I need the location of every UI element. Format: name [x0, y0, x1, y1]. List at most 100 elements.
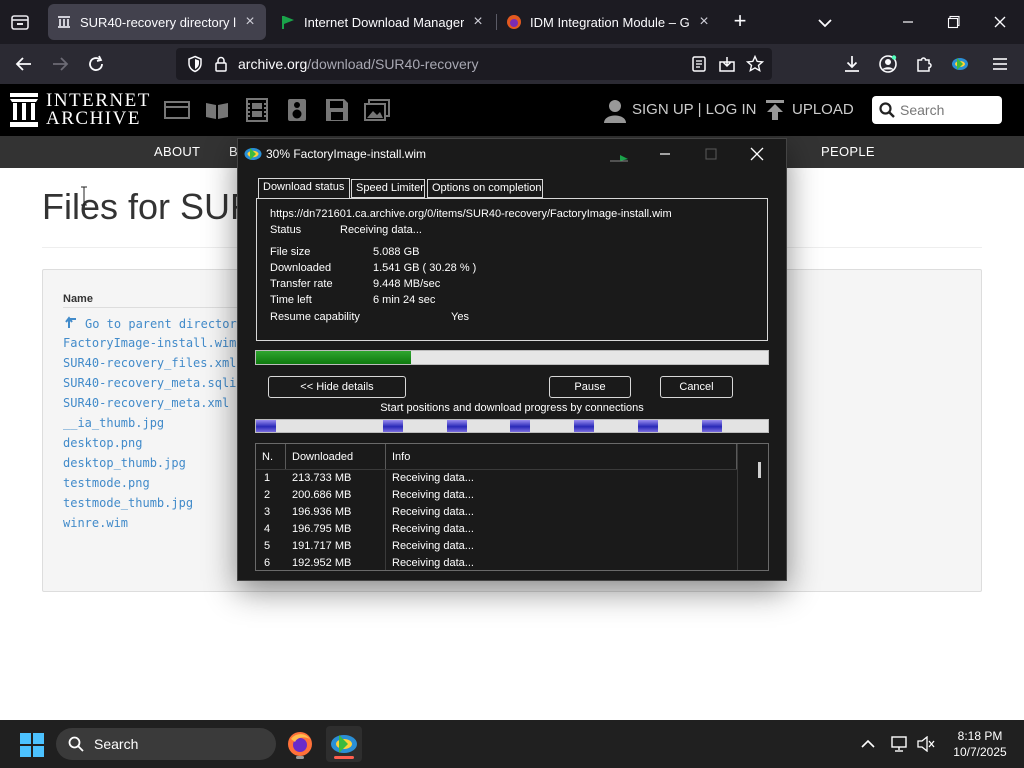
file-link[interactable]: __ia_thumb.jpg [63, 416, 164, 430]
upload-link[interactable]: UPLOAD [792, 101, 854, 118]
file-link[interactable]: SUR40-recovery_meta.sqlit [63, 376, 244, 390]
idm-extension-icon[interactable] [948, 52, 972, 76]
running-indicator [296, 756, 304, 759]
column-header-info[interactable]: Info [386, 444, 737, 469]
clock-date: 10/7/2025 [953, 745, 1007, 759]
minimize-window-icon[interactable] [894, 8, 922, 36]
firefox-taskbar-icon[interactable] [282, 726, 318, 762]
nav-people-link[interactable]: PEOPLE [821, 144, 875, 159]
hamburger-menu-icon[interactable] [988, 52, 1012, 76]
volume-muted-icon[interactable] [916, 734, 936, 754]
file-link[interactable]: SUR40-recovery_meta.xml [63, 396, 229, 410]
downloads-icon[interactable] [840, 52, 864, 76]
archive-logo-text[interactable]: INTERNET ARCHIVE [46, 91, 151, 129]
close-tab-icon[interactable]: × [470, 14, 486, 30]
connection-number: 1 [264, 472, 271, 484]
list-all-tabs-chevron-icon[interactable] [814, 12, 836, 34]
reload-icon[interactable] [84, 52, 108, 76]
file-link[interactable]: testmode.png [63, 476, 150, 490]
file-link[interactable]: desktop.png [63, 436, 142, 450]
close-tab-icon[interactable]: × [696, 14, 712, 30]
sign-up-login-link[interactable]: SIGN UP | LOG IN [632, 101, 756, 118]
status-value: Receiving data... [340, 224, 422, 236]
user-avatar-icon[interactable] [604, 99, 626, 123]
file-link[interactable]: desktop_thumb.jpg [63, 456, 186, 470]
back-arrow-icon[interactable] [12, 52, 36, 76]
address-bar[interactable]: archive.org/download/SUR40-recovery [176, 48, 772, 80]
connection-downloaded: 191.717 MB [292, 540, 352, 552]
show-hidden-icons-chevron-icon[interactable] [858, 734, 878, 754]
idm-minimize-icon[interactable] [654, 143, 676, 165]
connection-info: Receiving data... [392, 540, 474, 552]
tab-options-on-completion[interactable]: Options on completion [427, 179, 543, 198]
file-link[interactable]: winre.wim [63, 516, 128, 530]
url-text: archive.org/download/SUR40-recovery [238, 56, 478, 72]
transfer-rate-label: Transfer rate [270, 278, 333, 290]
audio-speaker-icon[interactable] [284, 98, 310, 122]
new-tab-button[interactable]: + [728, 10, 752, 34]
idm-title-bar[interactable]: 30% FactoryImage-install.wim [238, 139, 786, 169]
archive-logo-icon[interactable] [10, 93, 38, 127]
connection-segment [574, 420, 594, 432]
connection-downloaded: 200.686 MB [292, 489, 352, 501]
maximize-window-icon[interactable] [940, 8, 968, 36]
connections-scrollbar[interactable] [737, 444, 768, 570]
forward-arrow-icon[interactable] [48, 52, 72, 76]
ia-search-input[interactable]: Search [872, 96, 1002, 124]
extensions-puzzle-icon[interactable] [912, 52, 936, 76]
tab-download-status[interactable]: Download status [258, 178, 350, 199]
column-header-name[interactable]: Name [63, 293, 93, 305]
scrollbar-thumb[interactable] [758, 462, 761, 478]
ia-header: INTERNET ARCHIVE SIGN UP | LOG IN UPLOAD… [0, 84, 1024, 136]
padlock-icon[interactable] [212, 55, 230, 73]
windows-start-icon[interactable] [20, 733, 44, 757]
tab-sur40-directory[interactable]: SUR40-recovery directory listing × [48, 4, 266, 40]
account-icon[interactable] [876, 52, 900, 76]
file-link[interactable]: FactoryImage-install.wim [63, 336, 236, 350]
connections-progress-label: Start positions and download progress by… [380, 402, 644, 414]
column-header-downloaded[interactable]: Downloaded [286, 444, 386, 469]
connection-downloaded: 196.936 MB [292, 506, 352, 518]
connection-downloaded: 213.733 MB [292, 472, 352, 484]
file-size-label: File size [270, 246, 311, 258]
url-host: archive.org [238, 56, 308, 72]
firefox-view-icon[interactable] [8, 10, 32, 34]
idm-maximize-icon[interactable] [700, 143, 722, 165]
windows-taskbar: Search 8:18 PM 10/7/2025 [0, 720, 1024, 768]
connection-info: Receiving data... [392, 523, 474, 535]
parent-directory-link[interactable]: Go to parent director [63, 316, 237, 331]
tab-idm-integration[interactable]: IDM Integration Module – Get t × [498, 4, 720, 40]
close-window-icon[interactable] [986, 8, 1014, 36]
connection-number: 3 [264, 506, 271, 518]
upload-arrow-icon[interactable] [764, 98, 786, 122]
up-arrow-icon [65, 316, 76, 328]
connection-segment [702, 420, 722, 432]
tab-speed-limiter[interactable]: Speed Limiter [351, 179, 425, 198]
file-link[interactable]: testmode_thumb.jpg [63, 496, 193, 510]
web-icon[interactable] [164, 98, 190, 122]
reader-view-icon[interactable] [690, 55, 708, 73]
idm-close-icon[interactable] [746, 143, 768, 165]
hide-details-button[interactable]: << Hide details [268, 376, 406, 398]
pause-button[interactable]: Pause [549, 376, 631, 398]
tab-title: Internet Download Manager is a [304, 14, 464, 30]
save-to-pocket-icon[interactable] [718, 55, 736, 73]
taskbar-clock[interactable]: 8:18 PM 10/7/2025 [944, 728, 1016, 760]
network-icon[interactable] [890, 734, 910, 754]
close-tab-icon[interactable]: × [242, 14, 258, 30]
file-link[interactable]: SUR40-recovery_files.xml [63, 356, 236, 370]
nav-about-link[interactable]: ABOUT [154, 144, 200, 159]
tab-idm[interactable]: Internet Download Manager is a × [272, 4, 494, 40]
software-disk-icon[interactable] [324, 98, 350, 122]
cancel-button[interactable]: Cancel [660, 376, 733, 398]
logo-line-2: ARCHIVE [46, 108, 141, 129]
texts-book-icon[interactable] [204, 98, 230, 122]
column-header-number[interactable]: N. [256, 444, 286, 469]
images-icon[interactable] [364, 98, 390, 122]
progress-fill [256, 351, 412, 364]
taskbar-search-box[interactable]: Search [56, 728, 276, 760]
video-film-icon[interactable] [244, 98, 270, 122]
idm-taskbar-icon[interactable] [326, 726, 362, 762]
bookmark-star-icon[interactable] [745, 54, 765, 73]
tracking-protection-shield-icon[interactable] [186, 55, 204, 73]
